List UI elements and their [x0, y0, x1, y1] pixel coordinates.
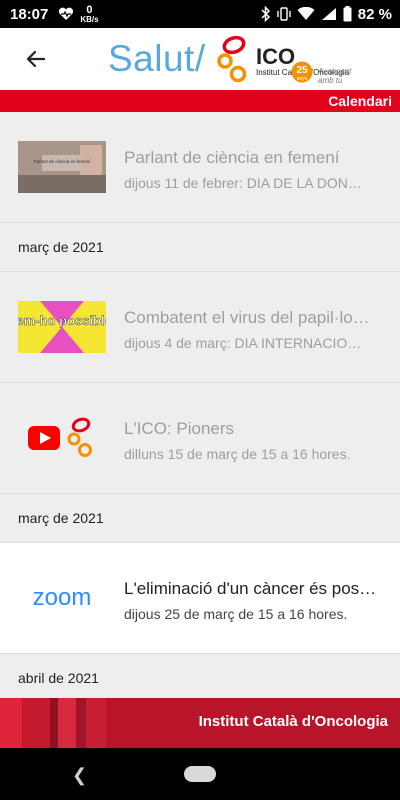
- event-thumbnail: fem-ho possible: [18, 301, 106, 353]
- nav-home-pill[interactable]: [184, 766, 216, 782]
- ico-logo-icon: [217, 35, 247, 83]
- network-speed: 0 KB/s: [80, 3, 99, 24]
- brand-tagline: Avançant amb tu: [318, 67, 352, 85]
- list-item[interactable]: L'ICO: Pioners dilluns 15 de març de 15 …: [0, 383, 400, 494]
- month-header: abril de 2021: [0, 654, 400, 698]
- back-arrow-icon[interactable]: [22, 45, 50, 73]
- heart-rate-icon: [59, 7, 74, 20]
- svg-text:anys: anys: [297, 76, 308, 82]
- event-subtitle: dijous 11 de febrer: DIA DE LA DON…: [124, 175, 362, 191]
- signal-icon: [321, 8, 336, 20]
- footer-banner: Institut Català d'Oncologia: [0, 698, 400, 748]
- svg-text:25: 25: [296, 65, 308, 76]
- event-subtitle: dilluns 15 de març de 15 a 16 hores.: [124, 446, 351, 462]
- app-bar: Salut/ ICO Institut Català d'Oncologia 2…: [0, 28, 400, 90]
- event-list[interactable]: Parlant de ciència en femení Parlant de …: [0, 112, 400, 698]
- vibrate-icon: [277, 7, 291, 21]
- svg-text:fem-ho possible: fem-ho possible: [18, 313, 106, 328]
- wifi-icon: [297, 7, 315, 20]
- battery-percent: 82 %: [357, 5, 392, 23]
- system-nav-bar: ❮: [0, 748, 400, 800]
- event-subtitle: dijous 4 de març: DIA INTERNACIO…: [124, 335, 362, 351]
- anniversary-badge-icon: 25 anys: [291, 61, 313, 83]
- youtube-ico-icon: [28, 417, 92, 457]
- list-item[interactable]: zoom L'eliminació d'un càncer és pos… di…: [0, 543, 400, 654]
- list-item[interactable]: Parlant de ciència en femení Parlant de …: [0, 112, 400, 223]
- list-item[interactable]: fem-ho possible Combatent el virus del p…: [0, 272, 400, 383]
- event-title: Parlant de ciència en femení: [124, 148, 340, 167]
- battery-icon: [343, 6, 352, 22]
- zoom-logo-icon: zoom: [33, 584, 92, 611]
- month-header: març de 2021: [0, 223, 400, 272]
- footer-text: Institut Català d'Oncologia: [198, 713, 388, 730]
- svg-text:Parlant de ciència en femení: Parlant de ciència en femení: [33, 159, 91, 164]
- status-bar: 18:07 0 KB/s 82 %: [0, 0, 400, 28]
- event-thumbnail: Parlant de ciència en femení: [18, 141, 106, 193]
- svg-text:zoom: zoom: [33, 584, 92, 611]
- status-time: 18:07: [10, 5, 49, 23]
- event-subtitle: dijous 25 de març de 15 a 16 hores.: [124, 606, 348, 622]
- section-title: Calendari: [328, 93, 392, 109]
- event-title: Combatent el virus del papil·lo…: [124, 308, 370, 327]
- nav-back-icon[interactable]: ❮: [72, 765, 87, 786]
- event-title: L'eliminació d'un càncer és pos…: [124, 579, 377, 598]
- bluetooth-icon: [261, 6, 270, 22]
- month-header: març de 2021: [0, 494, 400, 543]
- event-title: L'ICO: Pioners: [124, 419, 235, 438]
- brand-salut: Salut/: [108, 38, 206, 79]
- section-title-bar: Calendari: [0, 90, 400, 112]
